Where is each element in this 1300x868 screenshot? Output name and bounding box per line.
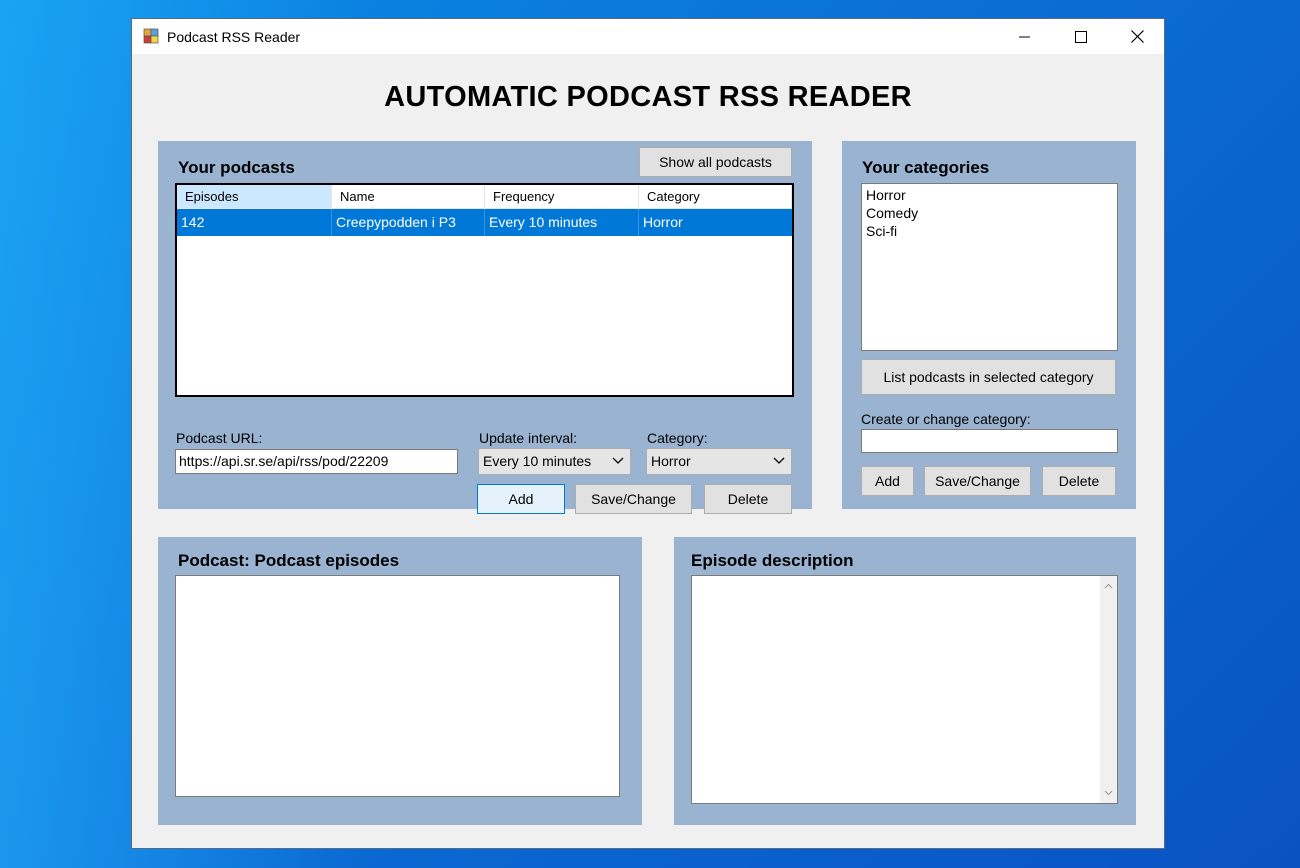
close-icon bbox=[1130, 30, 1144, 43]
description-panel: Episode description bbox=[674, 537, 1136, 825]
column-header-frequency[interactable]: Frequency bbox=[485, 185, 639, 208]
cell-name: Creepypodden i P3 bbox=[332, 209, 485, 236]
list-podcasts-in-category-button[interactable]: List podcasts in selected category bbox=[861, 359, 1116, 395]
chevron-down-icon bbox=[612, 457, 624, 464]
update-interval-value: Every 10 minutes bbox=[483, 453, 592, 469]
list-item[interactable]: Horror bbox=[862, 186, 1117, 204]
category-label: Category: bbox=[647, 430, 708, 446]
main-title: AUTOMATIC PODCAST RSS READER bbox=[384, 81, 912, 113]
list-item[interactable]: Sci-fi bbox=[862, 222, 1117, 240]
minimize-button[interactable] bbox=[1002, 19, 1048, 54]
scroll-up-icon[interactable] bbox=[1104, 582, 1113, 591]
categories-panel-title: Your categories bbox=[862, 158, 990, 177]
podcasts-panel-title: Your podcasts bbox=[178, 158, 295, 177]
episodes-panel-title: Podcast: Podcast episodes bbox=[178, 551, 400, 570]
close-button[interactable] bbox=[1114, 19, 1160, 54]
category-name-input[interactable] bbox=[861, 429, 1118, 453]
episode-description-textbox[interactable] bbox=[691, 575, 1118, 804]
maximize-button[interactable] bbox=[1058, 19, 1104, 54]
cell-category: Horror bbox=[643, 214, 683, 230]
column-header-episodes[interactable]: Episodes bbox=[177, 185, 332, 208]
podcast-url-label: Podcast URL: bbox=[176, 430, 263, 446]
save-category-button[interactable]: Save/Change bbox=[924, 466, 1031, 496]
delete-podcast-button[interactable]: Delete bbox=[704, 484, 792, 514]
list-item[interactable]: Comedy bbox=[862, 204, 1117, 222]
window-title: Podcast RSS Reader bbox=[167, 29, 301, 45]
table-row[interactable]: 142 Creepypodden i P3 Every 10 minutes H… bbox=[177, 209, 792, 236]
category-field-label: Create or change category: bbox=[861, 411, 1031, 427]
title-bar[interactable]: Podcast RSS Reader bbox=[132, 19, 1164, 54]
cell-frequency: Every 10 minutes bbox=[485, 209, 639, 236]
app-icon bbox=[143, 28, 159, 44]
category-list[interactable]: Horror Comedy Sci-fi bbox=[861, 183, 1118, 351]
podcast-list[interactable]: Episodes Name Frequency Category 142 Cre… bbox=[175, 183, 794, 397]
episode-list[interactable] bbox=[175, 575, 620, 797]
column-header-name[interactable]: Name bbox=[332, 185, 485, 208]
cell-episodes: 142 bbox=[177, 209, 332, 236]
category-select[interactable]: Horror bbox=[646, 448, 792, 475]
chevron-down-icon bbox=[773, 457, 785, 464]
scroll-down-icon[interactable] bbox=[1104, 788, 1113, 797]
show-all-podcasts-button[interactable]: Show all podcasts bbox=[639, 147, 792, 177]
description-scrollbar[interactable] bbox=[1100, 576, 1117, 803]
add-category-button[interactable]: Add bbox=[861, 466, 914, 496]
add-podcast-button[interactable]: Add bbox=[477, 484, 565, 514]
app-window: Podcast RSS Reader AUTOMATIC PODCAST RSS… bbox=[131, 18, 1165, 849]
delete-category-button[interactable]: Delete bbox=[1042, 466, 1116, 496]
save-podcast-button[interactable]: Save/Change bbox=[575, 484, 692, 514]
category-value: Horror bbox=[651, 453, 691, 469]
maximize-icon bbox=[1075, 30, 1087, 43]
episodes-panel: Podcast: Podcast episodes bbox=[158, 537, 642, 825]
update-interval-select[interactable]: Every 10 minutes bbox=[478, 448, 631, 475]
update-interval-label: Update interval: bbox=[479, 430, 578, 446]
podcasts-panel: Your podcasts Show all podcasts Episodes… bbox=[158, 141, 812, 514]
minimize-icon bbox=[1019, 36, 1030, 37]
column-header-category[interactable]: Category bbox=[639, 185, 792, 208]
podcast-list-header: Episodes Name Frequency Category bbox=[177, 185, 792, 209]
podcast-url-input[interactable]: https://api.sr.se/api/rss/pod/22209 bbox=[175, 449, 458, 474]
categories-panel: Your categories Horror Comedy Sci-fi Lis… bbox=[842, 141, 1136, 509]
description-panel-title: Episode description bbox=[691, 551, 854, 570]
